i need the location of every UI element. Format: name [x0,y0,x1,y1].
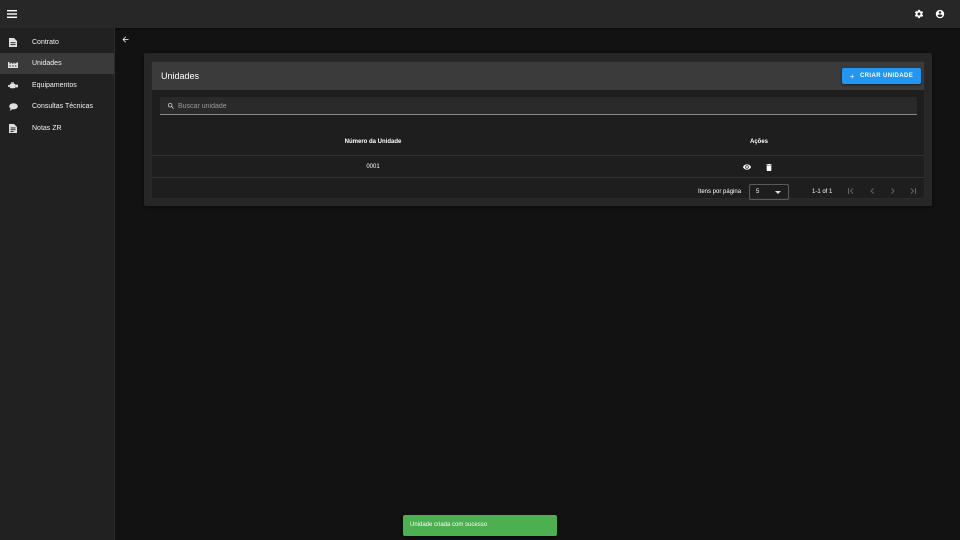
pagination-range: 1-1 of 1 [812,189,833,195]
sidebar-item-contrato[interactable]: Contrato [0,32,114,53]
sidebar-item-label: Notas ZR [32,125,62,132]
sidebar-item-unidades[interactable]: Unidades [0,53,114,74]
page-title: Unidades [161,71,200,81]
trash-icon[interactable] [765,163,773,171]
sidebar-item-consultas-tecnicas[interactable]: Consultas Técnicas [0,96,114,117]
note-icon [8,124,18,134]
eye-icon[interactable] [743,163,751,171]
items-per-page-value: 5 [756,189,760,195]
sidebar-item-label: Consultas Técnicas [32,103,93,110]
table-row-divider [152,177,924,178]
search-input[interactable] [178,100,878,112]
search-field[interactable] [160,97,917,115]
content-panel: Unidades + CRIAR UNIDADE Número da Unida… [144,53,932,206]
sidebar-item-label: Contrato [32,39,59,46]
chat-bubble-icon [8,102,18,112]
items-per-page-label: Itens por página [698,189,742,195]
document-icon [8,38,18,48]
unidades-card: Unidades + CRIAR UNIDADE Número da Unida… [151,61,925,200]
sidebar: Contrato Unidades Equipamentos Consultas… [0,28,115,540]
create-unit-button[interactable]: + CRIAR UNIDADE [842,68,921,84]
first-page-icon[interactable] [846,186,856,196]
success-snackbar: Unidade criada com sucesso [403,515,557,536]
factory-icon [8,59,18,69]
snackbar-message: Unidade criada com sucesso [410,522,488,528]
table-header-divider [152,155,924,156]
card-header: Unidades + CRIAR UNIDADE [152,62,924,90]
equipment-icon [8,81,18,91]
column-header-numero[interactable]: Número da Unidade [345,139,402,145]
table-cell-numero: 0001 [366,164,380,170]
next-page-icon[interactable] [887,186,897,196]
sidebar-item-equipamentos[interactable]: Equipamentos [0,75,114,96]
create-unit-label: CRIAR UNIDADE [859,73,914,79]
plus-icon: + [849,71,855,81]
sidebar-item-label: Equipamentos [32,82,77,89]
last-page-icon[interactable] [907,186,917,196]
items-per-page-select[interactable]: 5 [749,184,789,200]
account-circle-icon[interactable] [934,8,946,20]
arrow-left-icon[interactable] [120,34,131,45]
search-icon [166,101,175,110]
previous-page-icon[interactable] [867,186,877,196]
sidebar-item-label: Unidades [32,60,62,67]
sidebar-item-notas-zr[interactable]: Notas ZR [0,118,114,139]
menu-icon[interactable] [6,8,18,20]
gear-icon[interactable] [913,8,925,20]
app-bar [0,0,960,28]
chevron-down-icon [775,191,781,194]
column-header-acoes: Ações [749,139,769,145]
